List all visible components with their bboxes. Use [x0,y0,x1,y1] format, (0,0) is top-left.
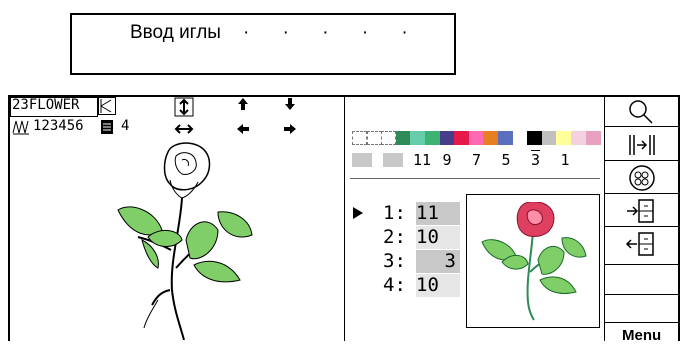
thread-swatch[interactable] [512,131,528,145]
thread-swatch[interactable] [352,131,367,145]
thread-swatch[interactable] [425,131,440,145]
thread-swatch[interactable] [483,131,499,145]
color-count-icon [98,118,116,141]
thread-swatch[interactable] [527,131,543,145]
needle-shift-icon [629,135,655,155]
needle-number-label: 9 [442,151,452,169]
arrow-up-icon[interactable] [236,97,250,116]
needle-number-label: 3 [531,151,541,169]
palette-gray-2 [383,153,403,167]
save-to-memory-button[interactable] [605,194,680,227]
color-rose-preview [478,201,588,327]
empty-button-2[interactable] [605,295,680,323]
needle-row-label: 3: [383,250,406,272]
menu-button[interactable]: Menu [605,323,680,344]
palette-icon [629,165,655,191]
load-from-memory-button[interactable] [605,227,680,265]
stitch-count: 123456 [33,118,84,134]
needle-number-label: 1 [560,151,570,169]
thread-swatch[interactable] [395,131,411,145]
needle-row-value[interactable]: 10 [416,226,460,249]
pattern-info-box [10,97,98,117]
color-count: 4 [121,118,130,134]
thread-swatch[interactable] [541,131,557,145]
arrow-down-icon[interactable] [283,97,297,116]
screen-title: Ввод иглы [130,22,221,43]
color-search-button[interactable] [605,161,680,194]
menu-label: Menu [622,327,662,344]
save-to-memory-icon [627,199,654,223]
magnifier-icon [629,100,653,124]
thread-swatch[interactable] [468,131,484,145]
needle-row-label: 4: [383,274,406,296]
thread-swatch[interactable] [571,131,586,145]
stitch-count-icon [12,119,30,140]
needle-row-label: 2: [383,226,406,248]
needle-row-value[interactable]: 3 [416,250,460,273]
arrow-right-icon[interactable] [283,122,297,141]
needle-row-label: 1: [383,202,406,224]
thread-swatch[interactable] [556,131,572,145]
zoom-button[interactable] [605,97,680,127]
palette-divider [350,178,600,179]
needle-number-label: 5 [501,151,511,169]
arrow-left-icon[interactable] [236,122,250,141]
thread-swatch[interactable] [381,131,397,145]
left-panel-divider [344,97,345,341]
empty-button-1[interactable] [605,265,680,295]
rose-pattern-preview [110,140,270,345]
thread-swatch[interactable] [585,131,601,145]
palette-gray-1 [352,153,372,167]
load-from-memory-icon [625,232,654,256]
needle-number-label: 11 [413,151,432,169]
selected-row-marker-icon [352,206,364,225]
thread-swatch[interactable] [498,131,513,145]
needle-number-label: 7 [472,151,482,169]
title-dots: · · · · · [243,22,422,43]
needle-shift-button[interactable] [605,127,680,161]
thread-swatch[interactable] [410,131,426,145]
thread-trim-icon [98,97,116,120]
thread-swatch[interactable] [454,131,470,145]
thread-swatch[interactable] [366,131,382,145]
thread-swatch[interactable] [439,131,455,145]
needle-row-value[interactable]: 11 [416,202,460,225]
needle-row-value[interactable]: 10 [416,274,460,297]
